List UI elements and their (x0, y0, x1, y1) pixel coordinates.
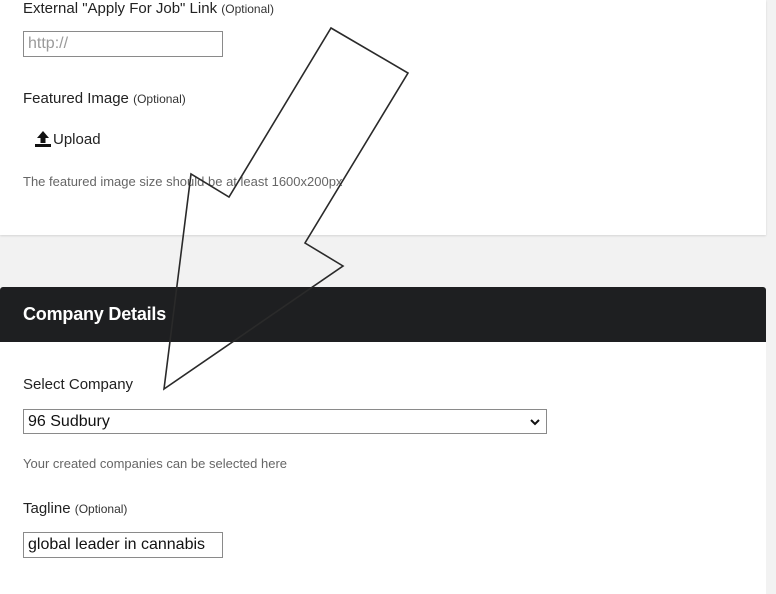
upload-button[interactable]: Upload (34, 128, 101, 150)
chevron-down-icon (530, 418, 540, 425)
select-company-label: Select Company (23, 376, 134, 393)
company-details-header: Company Details (0, 287, 766, 342)
featured-image-label-text: Featured Image (23, 90, 129, 107)
company-select[interactable]: 96 Sudbury (23, 409, 547, 434)
company-select-value: 96 Sudbury (28, 412, 110, 430)
upload-icon (34, 130, 52, 148)
featured-image-hint: The featured image size should be at lea… (23, 174, 343, 189)
tagline-label: Tagline (Optional) (23, 500, 127, 517)
tagline-input[interactable] (23, 532, 223, 558)
apply-link-label-text: External "Apply For Job" Link (23, 0, 218, 17)
apply-link-label: External "Apply For Job" Link (Optional) (23, 0, 274, 17)
apply-link-input[interactable] (23, 31, 223, 57)
featured-image-optional: (Optional) (133, 92, 186, 106)
tagline-optional: (Optional) (74, 502, 128, 516)
select-company-hint: Your created companies can be selected h… (23, 456, 288, 471)
featured-image-label: Featured Image (Optional) (23, 90, 186, 107)
company-details-title: Company Details (23, 304, 167, 324)
upload-label: Upload (53, 130, 101, 148)
apply-link-optional: (Optional) (221, 2, 274, 16)
tagline-label-text: Tagline (23, 500, 71, 517)
